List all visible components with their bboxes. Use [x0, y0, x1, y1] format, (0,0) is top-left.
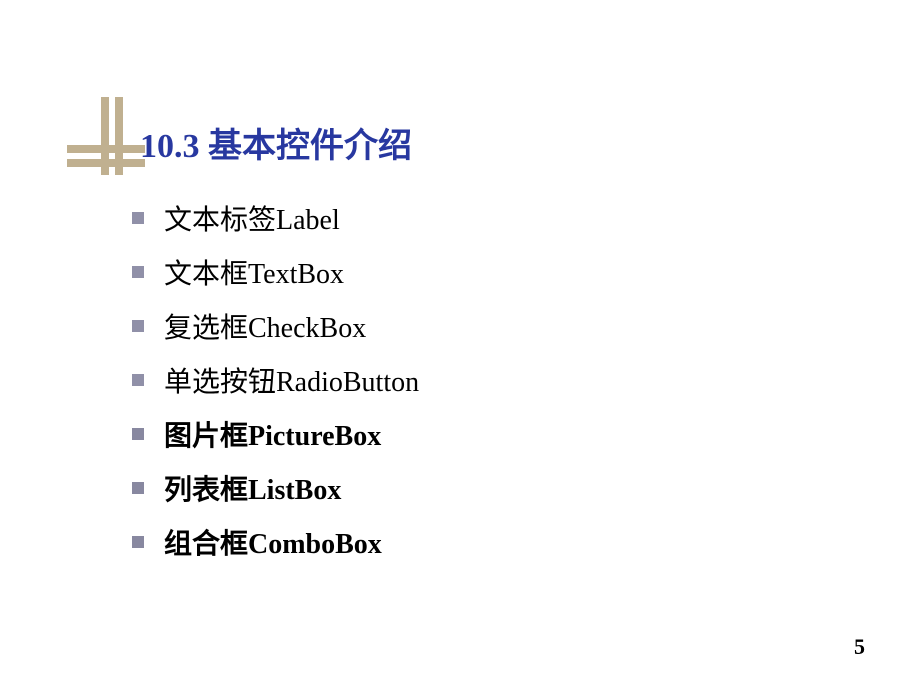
list-item: 图片框PictureBox [132, 414, 419, 454]
bullet-text: 组合框ComboBox [164, 522, 382, 562]
slide-title: 10.3 基本控件介绍 [140, 118, 412, 167]
bullet-square-icon [132, 212, 144, 224]
bullet-text: 列表框ListBox [164, 468, 341, 508]
bullet-square-icon [132, 482, 144, 494]
bullet-list: 文本标签Label 文本框TextBox 复选框CheckBox 单选按钮Rad… [132, 198, 419, 576]
page-number: 5 [854, 634, 865, 660]
bullet-square-icon [132, 374, 144, 386]
list-item: 列表框ListBox [132, 468, 419, 508]
list-item: 文本框TextBox [132, 252, 419, 292]
bullet-text: 复选框CheckBox [164, 306, 366, 346]
bullet-text: 文本标签Label [164, 198, 340, 238]
bullet-square-icon [132, 428, 144, 440]
list-item: 单选按钮RadioButton [132, 360, 419, 400]
list-item: 组合框ComboBox [132, 522, 419, 562]
slide: 10.3 基本控件介绍 文本标签Label 文本框TextBox 复选框Chec… [0, 0, 920, 690]
bullet-square-icon [132, 536, 144, 548]
bullet-square-icon [132, 320, 144, 332]
bullet-text: 文本框TextBox [164, 252, 344, 292]
corner-grid-decoration [75, 105, 145, 175]
list-item: 复选框CheckBox [132, 306, 419, 346]
bullet-square-icon [132, 266, 144, 278]
bullet-text: 单选按钮RadioButton [164, 360, 419, 400]
list-item: 文本标签Label [132, 198, 419, 238]
bullet-text: 图片框PictureBox [164, 414, 381, 454]
